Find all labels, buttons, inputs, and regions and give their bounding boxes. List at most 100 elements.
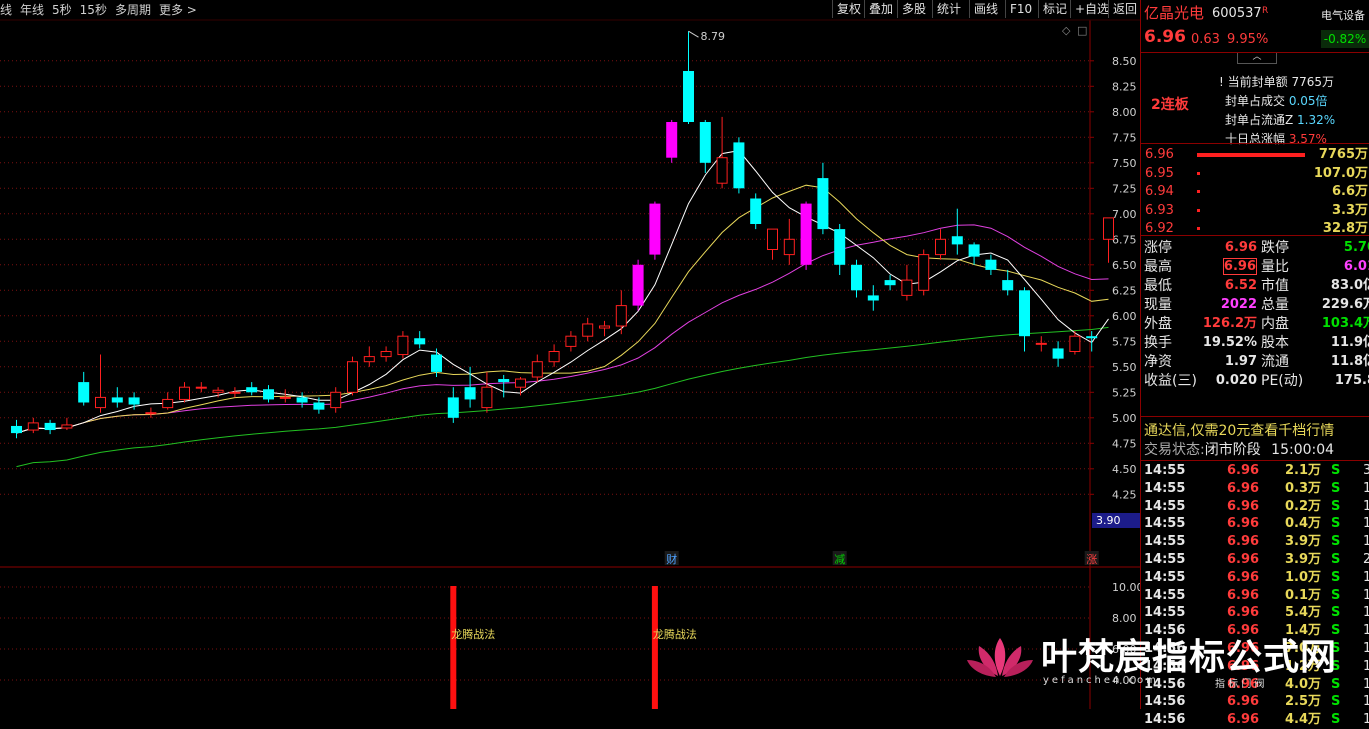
event-marker[interactable]: 涨 xyxy=(1086,553,1097,566)
period-option[interactable]: 更多 > xyxy=(159,3,197,17)
toolbar-button[interactable]: 复权 xyxy=(832,0,866,18)
toolbar-button[interactable]: +自选 xyxy=(1070,0,1114,18)
event-marker[interactable]: 财 xyxy=(666,552,677,566)
candle[interactable] xyxy=(901,264,913,301)
candle-body xyxy=(481,386,493,409)
tick-row[interactable]: 14:55 6.96 1.0万 S 1 xyxy=(1141,569,1369,587)
candle[interactable] xyxy=(111,387,123,408)
candle[interactable] xyxy=(145,407,157,418)
stock-header[interactable]: 亿晶光电 600537 R 电气设备 xyxy=(1141,4,1369,24)
toolbar-button[interactable]: 多股 xyxy=(897,0,931,18)
toolbar-button[interactable]: 统计 xyxy=(932,0,966,18)
candle[interactable] xyxy=(985,254,997,275)
bid-row[interactable]: 6.96 7765万 xyxy=(1141,146,1369,164)
candle[interactable] xyxy=(699,119,711,173)
candle[interactable] xyxy=(78,371,90,406)
candle[interactable] xyxy=(649,201,661,260)
candle[interactable] xyxy=(800,201,812,270)
candle[interactable] xyxy=(615,290,627,335)
candle[interactable] xyxy=(817,162,829,235)
candle[interactable] xyxy=(481,371,493,413)
candle[interactable] xyxy=(179,382,190,403)
settings-icon[interactable]: □ xyxy=(1077,24,1087,37)
candle[interactable] xyxy=(951,208,963,255)
candle[interactable] xyxy=(498,374,510,398)
candle[interactable] xyxy=(363,346,375,367)
period-option[interactable]: 5秒 xyxy=(52,3,72,17)
tick-row[interactable]: 14:55 6.96 0.4万 S 1 xyxy=(1141,515,1369,533)
tick-row[interactable]: 14:55 6.96 5.4万 S 1 xyxy=(1141,604,1369,622)
candle[interactable] xyxy=(1019,287,1030,352)
diamond-icon[interactable]: ◇ xyxy=(1062,24,1071,37)
event-marker[interactable]: 减 xyxy=(834,553,845,566)
collapse-up-icon[interactable]: ︿ xyxy=(1237,53,1277,64)
candle[interactable] xyxy=(414,331,426,349)
candle[interactable] xyxy=(666,119,678,163)
candle[interactable] xyxy=(195,382,207,393)
bid-row[interactable]: 6.95 107.0万 xyxy=(1141,165,1369,183)
candle[interactable] xyxy=(1052,341,1064,367)
candle[interactable] xyxy=(1035,336,1047,352)
candle[interactable] xyxy=(884,275,896,291)
toolbar-button[interactable]: 画线 xyxy=(969,0,1003,18)
candle[interactable] xyxy=(61,417,73,431)
candle[interactable] xyxy=(347,356,358,396)
candle[interactable] xyxy=(582,317,594,342)
candle[interactable] xyxy=(565,331,577,352)
candle[interactable] xyxy=(397,331,409,359)
candle[interactable] xyxy=(733,137,745,194)
candle[interactable] xyxy=(531,354,543,383)
bid-row[interactable]: 6.93 3.3万 xyxy=(1141,202,1369,220)
candle[interactable] xyxy=(128,392,140,410)
candle[interactable] xyxy=(1002,269,1014,296)
candle[interactable] xyxy=(548,344,560,367)
tick-row[interactable]: 14:55 6.96 0.1万 S 1 xyxy=(1141,587,1369,605)
tick-time: 14:56 xyxy=(1144,712,1186,728)
tick-row[interactable]: 14:55 6.96 3.9万 S 2 xyxy=(1141,551,1369,569)
candle[interactable] xyxy=(95,354,106,413)
candle[interactable] xyxy=(632,259,644,311)
period-option[interactable]: 15秒 xyxy=(80,3,107,17)
candle[interactable] xyxy=(380,346,392,362)
candle[interactable] xyxy=(935,229,946,260)
candle[interactable] xyxy=(1086,331,1098,352)
tick-row[interactable]: 14:56 6.96 4.4万 S 1 xyxy=(1141,711,1369,729)
candle[interactable] xyxy=(11,419,22,439)
candle[interactable] xyxy=(851,259,862,298)
candle[interactable] xyxy=(44,419,56,435)
bid-row[interactable]: 6.94 6.6万 xyxy=(1141,183,1369,201)
candle[interactable] xyxy=(229,387,241,398)
candle[interactable] xyxy=(968,242,980,265)
candle[interactable] xyxy=(27,417,39,434)
sector-name[interactable]: 电气设备 xyxy=(1321,7,1365,25)
period-option[interactable]: 年线 xyxy=(20,3,44,17)
period-selector[interactable]: 线年线 5秒 15秒 多周期 更多 > xyxy=(0,1,205,18)
period-option[interactable]: 线 xyxy=(0,3,12,17)
toolbar-button[interactable]: 标记 xyxy=(1038,0,1072,18)
candle[interactable] xyxy=(246,382,258,396)
promo-link[interactable]: 通达信,仅需20元查看千档行情 xyxy=(1144,422,1369,440)
tick-row[interactable]: 14:55 6.96 3.9万 S 1 xyxy=(1141,533,1369,551)
candle[interactable] xyxy=(330,387,342,413)
candle[interactable] xyxy=(834,224,846,275)
candle[interactable] xyxy=(464,366,476,408)
candle[interactable] xyxy=(767,228,778,260)
candle[interactable] xyxy=(783,218,795,265)
tick-row[interactable]: 14:55 6.96 0.2万 S 1 xyxy=(1141,498,1369,516)
toolbar-button[interactable]: 叠加 xyxy=(864,0,898,18)
candle[interactable] xyxy=(296,392,308,408)
candle[interactable] xyxy=(447,387,459,423)
tick-row[interactable]: 14:55 6.96 2.1万 S 3 xyxy=(1141,462,1369,480)
candle[interactable] xyxy=(263,385,274,403)
candle[interactable] xyxy=(867,285,879,311)
toolbar-button[interactable]: 返回 xyxy=(1108,0,1142,18)
candle[interactable] xyxy=(599,320,610,337)
candle[interactable] xyxy=(162,392,174,410)
tick-row[interactable]: 14:55 6.96 0.3万 S 1 xyxy=(1141,480,1369,498)
candle[interactable] xyxy=(750,193,762,230)
period-option[interactable]: 多周期 xyxy=(115,3,151,17)
kline-chart[interactable]: 8.50 8.25 8.00 7.75 7.50 7.25 7.00 6.75 6.50 6.25… xyxy=(0,0,1140,709)
candle[interactable] xyxy=(683,31,694,125)
candle[interactable] xyxy=(918,249,930,296)
toolbar-button[interactable]: F10 xyxy=(1005,0,1037,18)
